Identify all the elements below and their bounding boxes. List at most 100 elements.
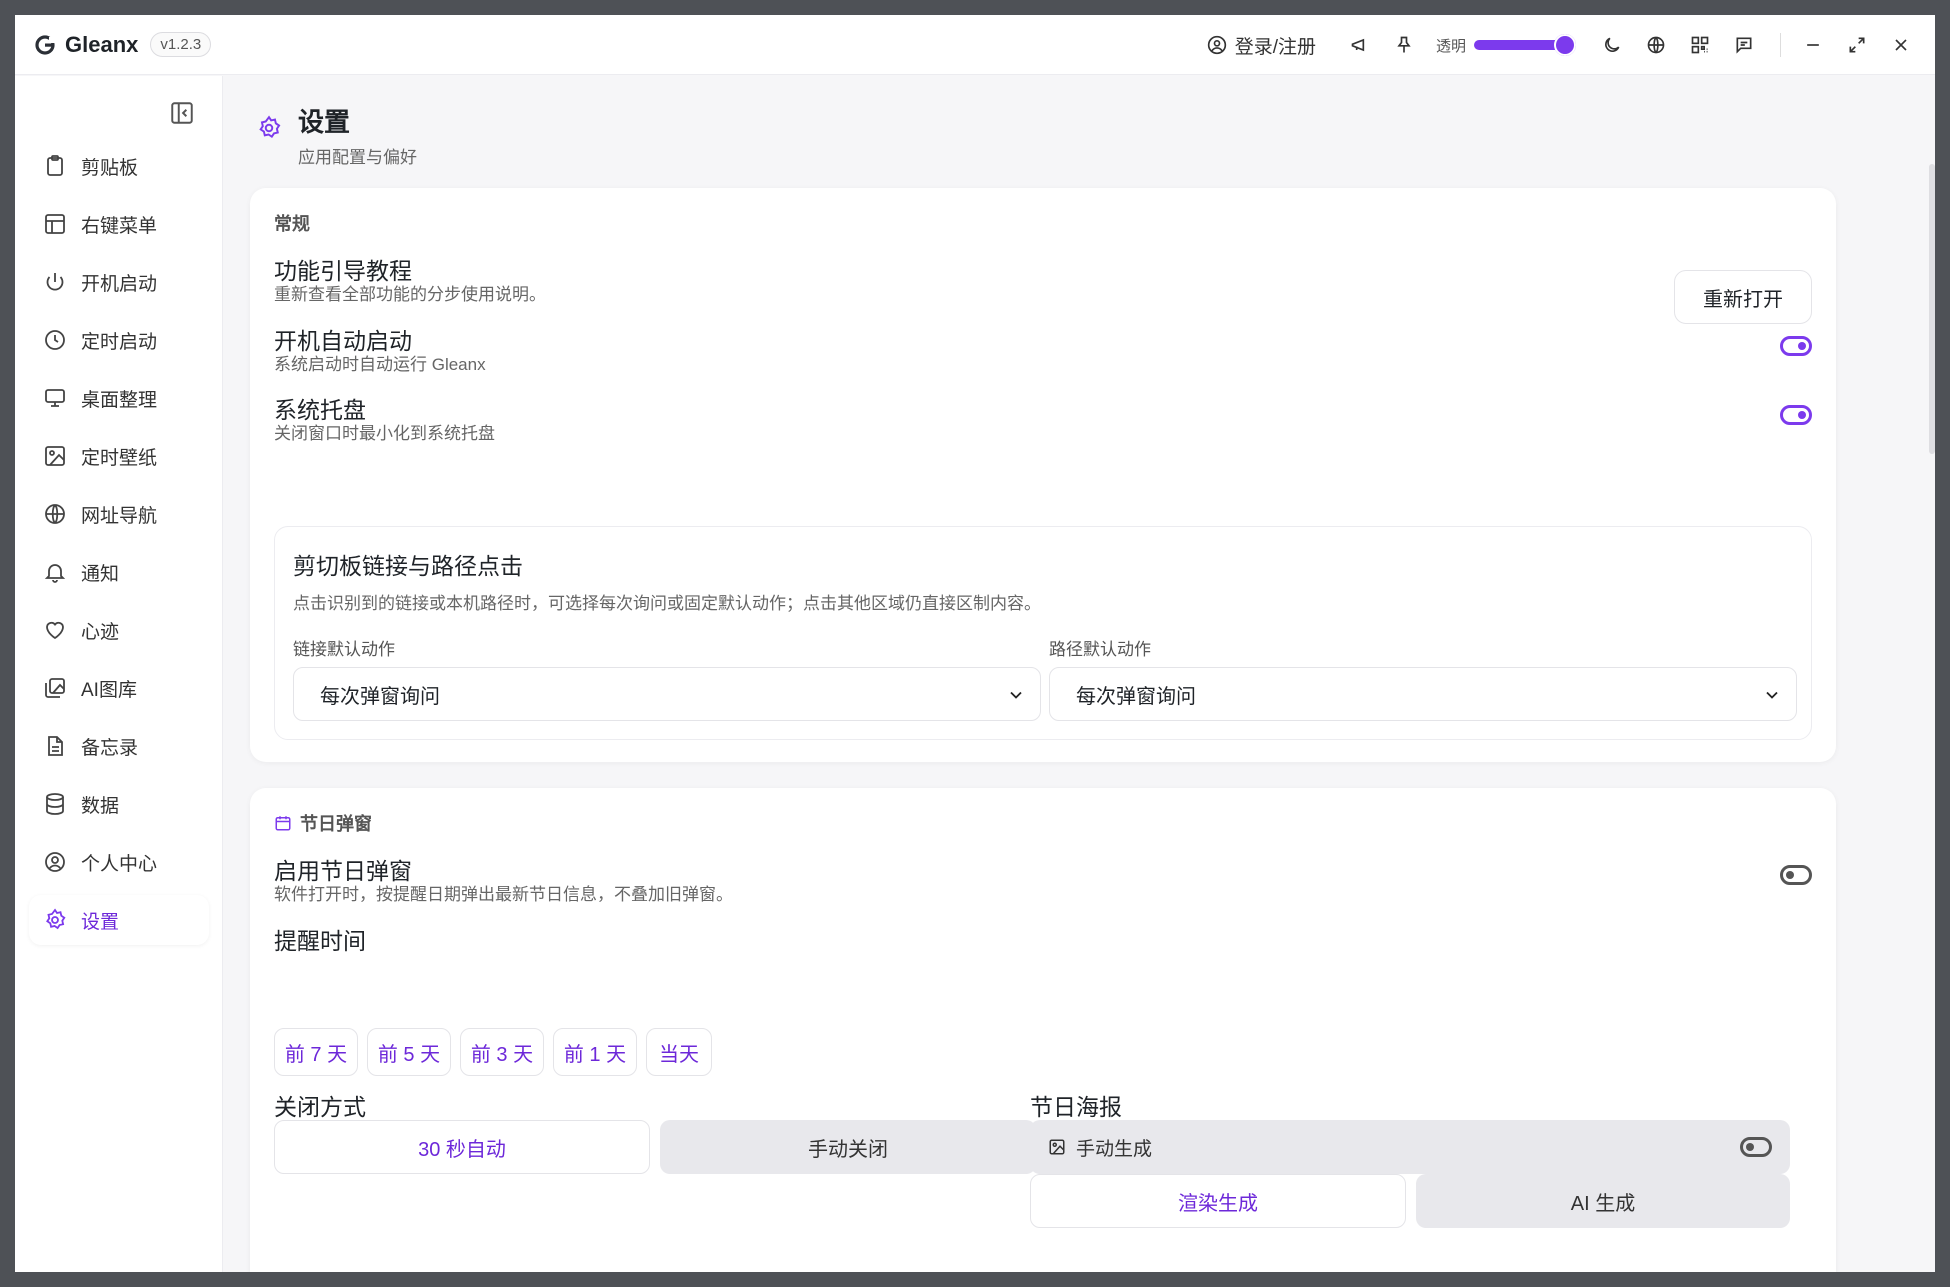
sidebar-item-desktop[interactable]: 桌面整理	[29, 373, 209, 423]
qr-code-button[interactable]	[1682, 27, 1718, 63]
feedback-button[interactable]	[1726, 27, 1762, 63]
path-action-label: 路径默认动作	[1049, 640, 1151, 659]
remind-option-1d[interactable]: 前 1 天	[553, 1028, 637, 1076]
calendar-icon	[275, 816, 291, 831]
path-action-select[interactable]: 每次弹窗询问	[1049, 667, 1797, 721]
bell-icon	[43, 560, 67, 584]
sidebar-item-label: 个人中心	[81, 853, 158, 875]
sidebar-item-label: 右键菜单	[81, 215, 158, 237]
sidebar-item-label: 定时启动	[81, 331, 158, 353]
pin-button[interactable]	[1386, 27, 1422, 63]
clipboard-link-box: 剪切板链接与路径点击 点击识别到的链接或本机路径时，可选择每次询问或固定默认动作…	[274, 526, 1812, 740]
sidebar-item-label: AI图库	[81, 679, 137, 701]
remind-option-7d[interactable]: 前 7 天	[274, 1028, 358, 1076]
sidebar-item-startup[interactable]: 开机启动	[29, 257, 209, 307]
poster-mode-bar[interactable]: 手动生成	[1030, 1120, 1790, 1174]
sidebar-item-label: 定时壁纸	[81, 447, 158, 469]
close-icon	[1895, 39, 1907, 51]
remind-option-5d[interactable]: 前 5 天	[367, 1028, 451, 1076]
general-settings-card: 常规 功能引导教程 重新查看全部功能的分步使用说明。 重新打开 开机自动启动 系…	[250, 188, 1836, 762]
page-title: 设置	[298, 107, 351, 137]
sidebar-item-scheduled-start[interactable]: 定时启动	[29, 315, 209, 365]
layout-icon	[43, 212, 67, 236]
chevron-down-icon	[1010, 691, 1022, 699]
sidebar-item-label: 开机启动	[81, 273, 158, 295]
sidebar-collapse-button[interactable]	[169, 100, 195, 126]
title-bar-divider	[1780, 33, 1781, 57]
image-icon	[43, 444, 67, 468]
heart-icon	[43, 618, 67, 642]
poster-mode-label: 手动生成	[1076, 1138, 1153, 1160]
minimize-icon	[1807, 44, 1819, 46]
remind-option-3d[interactable]: 前 3 天	[460, 1028, 544, 1076]
minimize-button[interactable]	[1791, 23, 1835, 67]
sidebar-collapse-icon	[171, 102, 193, 124]
sidebar-item-wallpaper[interactable]: 定时壁纸	[29, 431, 209, 481]
sidebar-item-clipboard[interactable]: 剪贴板	[29, 141, 209, 191]
main-content: 设置 应用配置与偏好 常规 功能引导教程 重新查看全部功能的分步使用说明。 重新…	[224, 76, 1935, 1272]
clipboard-link-desc: 点击识别到的链接或本机路径时，可选择每次询问或固定默认动作；点击其他区域仍直接区…	[293, 594, 1041, 613]
link-action-label: 链接默认动作	[293, 640, 395, 659]
opacity-slider[interactable]	[1474, 34, 1576, 56]
chevron-down-icon	[1766, 691, 1778, 699]
sidebar-item-context-menu[interactable]: 右键菜单	[29, 199, 209, 249]
main-scrollbar[interactable]	[1929, 164, 1935, 454]
sidebar-item-data[interactable]: 数据	[29, 779, 209, 829]
login-label: 登录/注册	[1234, 36, 1316, 58]
globe-icon	[1647, 36, 1665, 54]
holiday-section-header: 节日弹窗	[274, 810, 372, 836]
sidebar-item-memo[interactable]: 备忘录	[29, 721, 209, 771]
poster-ai-button[interactable]: AI 生成	[1416, 1174, 1790, 1228]
maximize-icon	[1849, 37, 1865, 53]
link-action-value: 每次弹窗询问	[320, 685, 440, 708]
poster-mode-toggle[interactable]	[1740, 1137, 1772, 1157]
sidebar-item-ai-gallery[interactable]: AI图库	[29, 663, 209, 713]
link-action-select[interactable]: 每次弹窗询问	[293, 667, 1041, 721]
section-title: 常规	[274, 214, 310, 234]
monitor-icon	[43, 386, 67, 410]
moon-icon	[1605, 37, 1620, 52]
tray-toggle[interactable]	[1780, 405, 1812, 425]
login-button[interactable]: 登录/注册	[1207, 32, 1316, 59]
remind-option-same-day[interactable]: 当天	[646, 1028, 712, 1076]
language-button[interactable]	[1638, 27, 1674, 63]
close-button[interactable]	[1879, 23, 1923, 67]
megaphone-icon	[1351, 38, 1365, 52]
title-bar: Gleanx v1.2.3 登录/注册 透明	[15, 15, 1935, 75]
autostart-toggle[interactable]	[1780, 336, 1812, 356]
poster-render-button[interactable]: 渲染生成	[1030, 1174, 1406, 1228]
reopen-tutorial-button[interactable]: 重新打开	[1674, 270, 1812, 324]
sidebar-item-label: 设置	[81, 911, 120, 933]
sidebar: 剪贴板 右键菜单 开机启动 定时启动 桌面整理 定时壁纸 网址导航 通知 心迹 …	[15, 76, 223, 1272]
sidebar-item-label: 备忘录	[81, 737, 139, 759]
globe-icon	[43, 502, 67, 526]
user-circle-icon	[1207, 35, 1226, 55]
close-mode-manual-button[interactable]: 手动关闭	[660, 1120, 1036, 1174]
message-icon	[1736, 37, 1752, 54]
sidebar-item-label: 心迹	[81, 621, 120, 643]
database-icon	[43, 792, 67, 816]
sidebar-nav: 剪贴板 右键菜单 开机启动 定时启动 桌面整理 定时壁纸 网址导航 通知 心迹 …	[29, 141, 209, 953]
gallery-icon	[43, 676, 67, 700]
app-name: Gleanx	[65, 31, 139, 57]
clipboard-link-title: 剪切板链接与路径点击	[293, 553, 523, 579]
app-window: Gleanx v1.2.3 登录/注册 透明 剪贴板 右键菜单 开机启动 定时启…	[15, 15, 1935, 1272]
clipboard-icon	[43, 154, 67, 178]
opacity-slider-handle[interactable]	[1554, 34, 1576, 56]
holiday-enable-toggle[interactable]	[1780, 865, 1812, 885]
announcement-button[interactable]	[1342, 27, 1378, 63]
close-mode-auto-button[interactable]: 30 秒自动	[274, 1120, 650, 1174]
opacity-label: 透明	[1435, 37, 1466, 55]
sidebar-item-label: 数据	[81, 795, 120, 817]
theme-toggle-button[interactable]	[1594, 27, 1630, 63]
sidebar-item-notifications[interactable]: 通知	[29, 547, 209, 597]
version-badge: v1.2.3	[150, 32, 212, 57]
sidebar-item-web-nav[interactable]: 网址导航	[29, 489, 209, 539]
sidebar-item-journal[interactable]: 心迹	[29, 605, 209, 655]
pin-icon	[1397, 36, 1411, 53]
maximize-button[interactable]	[1835, 23, 1879, 67]
sidebar-item-settings[interactable]: 设置	[29, 895, 209, 945]
gear-icon	[256, 115, 282, 141]
holiday-popup-card: 节日弹窗 启用节日弹窗 软件打开时，按提醒日期弹出最新节日信息，不叠加旧弹窗。 …	[250, 788, 1836, 1272]
sidebar-item-profile[interactable]: 个人中心	[29, 837, 209, 887]
